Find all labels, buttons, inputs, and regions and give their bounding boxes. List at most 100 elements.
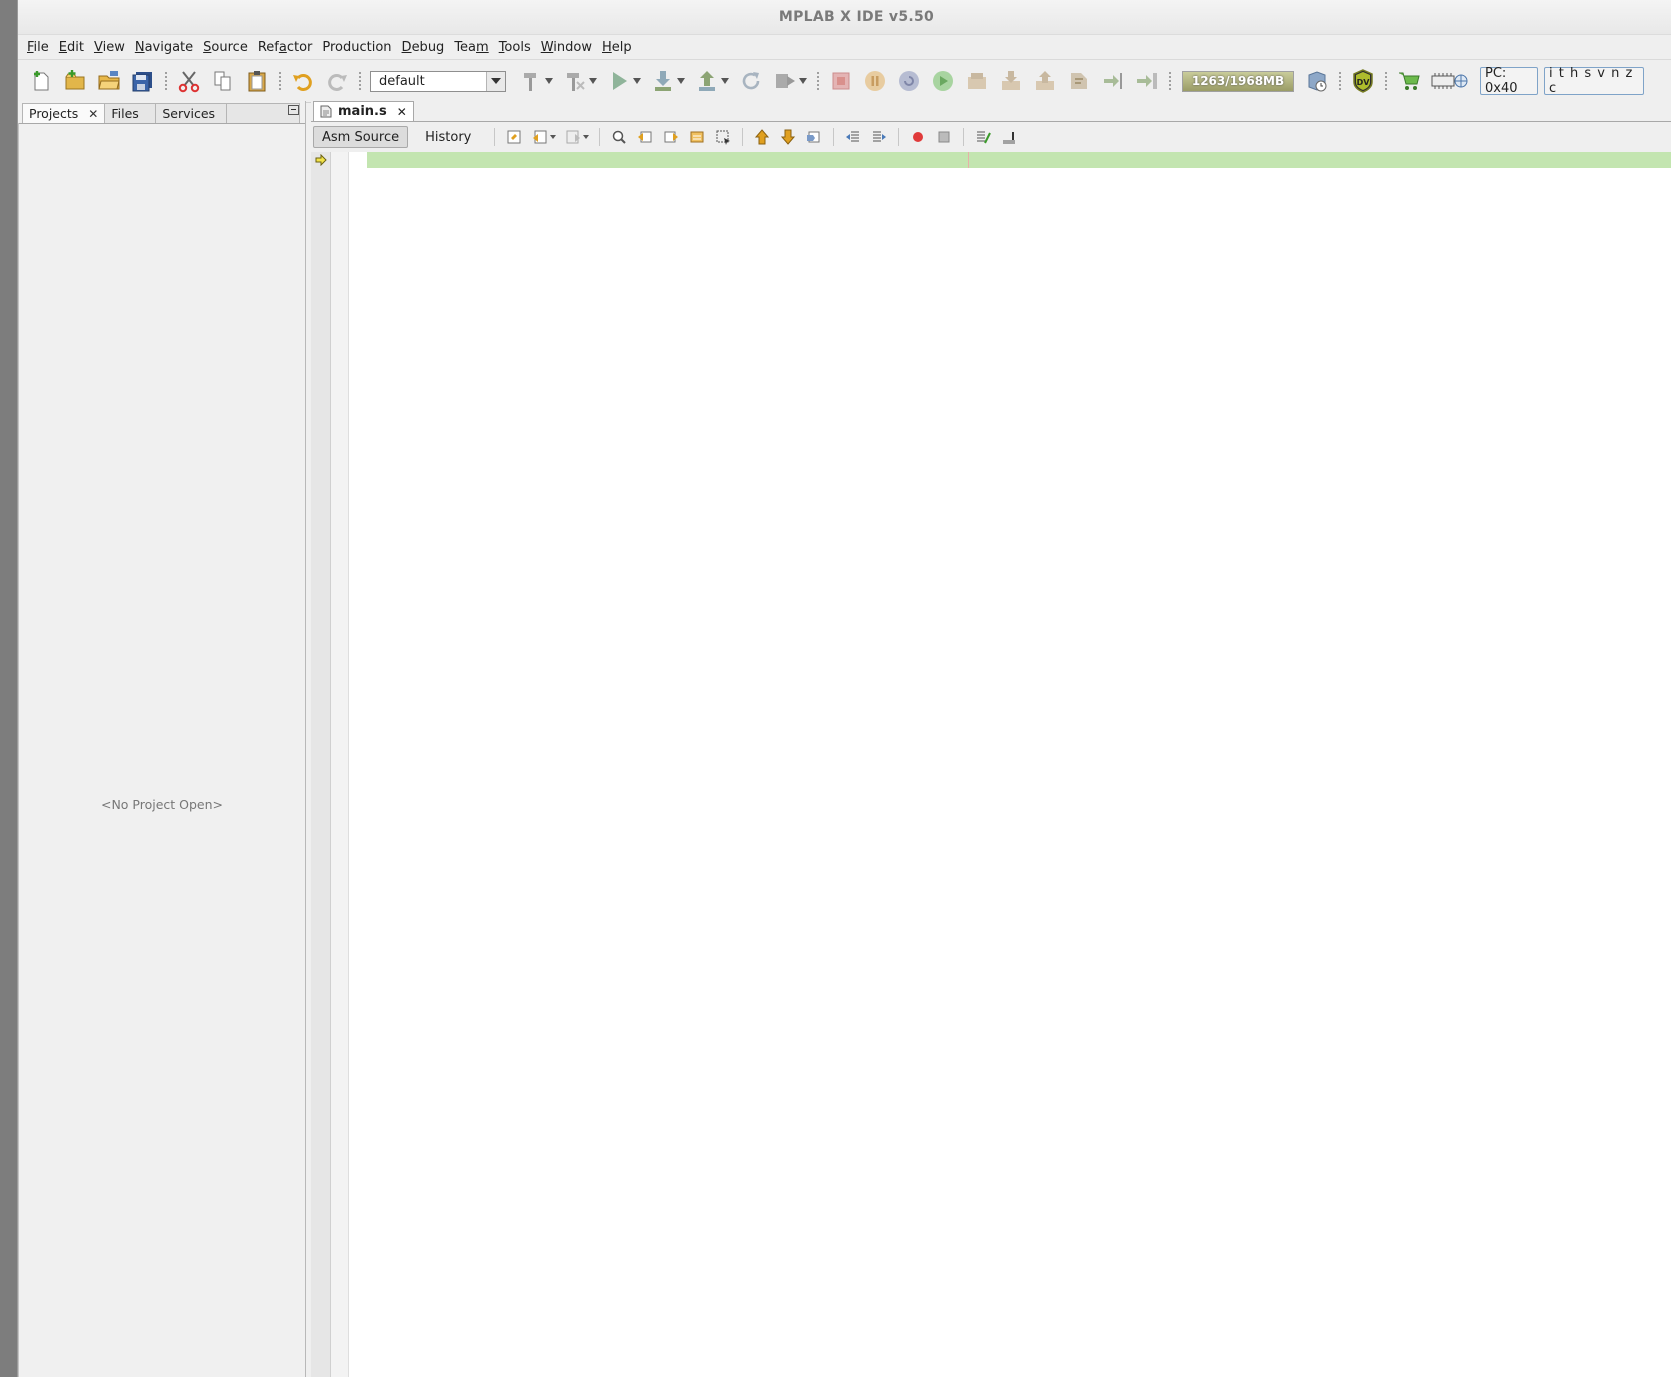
menu-navigate[interactable]: Navigate: [130, 40, 198, 55]
menu-source[interactable]: Source: [198, 40, 253, 55]
menu-team[interactable]: Team: [449, 40, 493, 55]
previous-bookmark-icon: [755, 129, 770, 145]
toolbar-separator: [1338, 71, 1342, 91]
data-visualizer-button[interactable]: DV: [1348, 66, 1378, 96]
make-and-program-dropdown[interactable]: [798, 66, 808, 96]
configuration-select[interactable]: default: [370, 70, 506, 92]
read-device-button[interactable]: [692, 66, 722, 96]
step-into-button[interactable]: [996, 66, 1026, 96]
tab-services[interactable]: Services: [155, 103, 228, 123]
uncomment-icon: [1003, 132, 1016, 144]
shift-right-button[interactable]: [867, 126, 891, 148]
shift-left-button[interactable]: [841, 126, 865, 148]
tab-files[interactable]: Files: [104, 103, 157, 123]
toggle-bookmark-button[interactable]: [802, 126, 826, 148]
build-dropdown[interactable]: [544, 66, 554, 96]
menu-view[interactable]: View: [89, 40, 130, 55]
copy-button[interactable]: [208, 66, 238, 96]
forward-dropdown[interactable]: [583, 135, 591, 139]
menu-production[interactable]: Production: [317, 40, 396, 55]
read-device-dropdown[interactable]: [720, 66, 730, 96]
clean-build-button[interactable]: [560, 66, 590, 96]
menu-window[interactable]: Window: [536, 40, 597, 55]
editor-tab-main-s[interactable]: main.s ✕: [313, 101, 414, 121]
minimize-icon[interactable]: [288, 105, 299, 115]
chevron-down-icon[interactable]: [486, 71, 505, 91]
asm-source-view-button[interactable]: Asm Source: [313, 126, 409, 148]
close-icon[interactable]: ✕: [397, 105, 407, 119]
find-next-button[interactable]: [659, 126, 683, 148]
dropdown-arrow-icon: [545, 78, 553, 84]
cut-button[interactable]: [174, 66, 204, 96]
toggle-highlight-button[interactable]: [685, 126, 709, 148]
code-editor[interactable]: [311, 152, 1671, 1377]
projects-tree[interactable]: <No Project Open>: [18, 123, 305, 1377]
title-bar[interactable]: MPLAB X IDE v5.50: [18, 0, 1671, 35]
forward-button[interactable]: [561, 126, 585, 148]
toolbar-separator: [898, 128, 900, 146]
undo-button[interactable]: [288, 66, 318, 96]
editor-tab-strip: main.s ✕: [311, 101, 1671, 122]
program-device-dropdown[interactable]: [676, 66, 686, 96]
redo-button[interactable]: [322, 66, 352, 96]
back-icon: [533, 130, 547, 144]
back-dropdown[interactable]: [550, 135, 558, 139]
paste-button[interactable]: [242, 66, 272, 96]
build-button[interactable]: [516, 66, 546, 96]
open-project-button[interactable]: [94, 66, 124, 96]
previous-bookmark-button[interactable]: [750, 126, 774, 148]
step-out-icon: [1036, 71, 1054, 90]
desktop-background: [0, 0, 17, 1377]
reset-debug-button[interactable]: [894, 66, 924, 96]
menu-debug[interactable]: Debug: [397, 40, 450, 55]
stop-macro-recording-button[interactable]: [932, 126, 956, 148]
menu-edit[interactable]: Edit: [54, 40, 89, 55]
step-over-button[interactable]: [962, 66, 992, 96]
run-button[interactable]: [604, 66, 634, 96]
last-edit-button[interactable]: [502, 126, 526, 148]
focus-pc-icon: [1137, 73, 1157, 89]
comment-icon: [977, 131, 992, 144]
run-to-cursor-button[interactable]: [1064, 66, 1094, 96]
step-out-button[interactable]: [1030, 66, 1060, 96]
program-device-button[interactable]: [648, 66, 678, 96]
start-macro-recording-button[interactable]: [906, 126, 930, 148]
close-icon[interactable]: ✕: [88, 107, 98, 121]
device-network-button[interactable]: [1428, 66, 1472, 96]
reset-button[interactable]: [736, 66, 766, 96]
focus-cursor-at-pc-button[interactable]: [1132, 66, 1162, 96]
menu-help[interactable]: Help: [597, 40, 637, 55]
save-all-button[interactable]: [128, 66, 158, 96]
pause-button[interactable]: [860, 66, 890, 96]
play-icon: [613, 72, 627, 90]
microchip-store-button[interactable]: [1394, 66, 1424, 96]
menu-tools[interactable]: Tools: [494, 40, 536, 55]
find-selection-button[interactable]: [607, 126, 631, 148]
back-button[interactable]: [528, 126, 552, 148]
comment-button[interactable]: [971, 126, 995, 148]
toggle-rectangular-selection-button[interactable]: [711, 126, 735, 148]
new-project-button[interactable]: [60, 66, 90, 96]
history-view-button[interactable]: History: [416, 126, 480, 148]
asm-file-icon: [320, 105, 332, 118]
gc-icon: [1308, 71, 1327, 92]
clean-build-dropdown[interactable]: [588, 66, 598, 96]
menu-file[interactable]: File: [22, 40, 54, 55]
memory-usage-bar[interactable]: 1263/1968MB: [1182, 70, 1294, 92]
glyph-gutter[interactable]: [311, 152, 331, 1377]
garbage-collect-button[interactable]: [1302, 66, 1332, 96]
tab-projects-label: Projects: [29, 106, 79, 121]
find-previous-button[interactable]: [633, 126, 657, 148]
redo-icon: [328, 74, 347, 91]
new-file-button[interactable]: [26, 66, 56, 96]
continue-button[interactable]: [928, 66, 958, 96]
finish-debug-button[interactable]: [826, 66, 856, 96]
menu-refactor[interactable]: Refactor: [253, 40, 318, 55]
set-pc-at-cursor-button[interactable]: [1098, 66, 1128, 96]
uncomment-button[interactable]: [997, 126, 1021, 148]
reset-icon: [899, 71, 919, 91]
tab-projects[interactable]: Projects ✕: [22, 103, 106, 123]
make-and-program-button[interactable]: [770, 66, 800, 96]
next-bookmark-button[interactable]: [776, 126, 800, 148]
run-dropdown[interactable]: [632, 66, 642, 96]
